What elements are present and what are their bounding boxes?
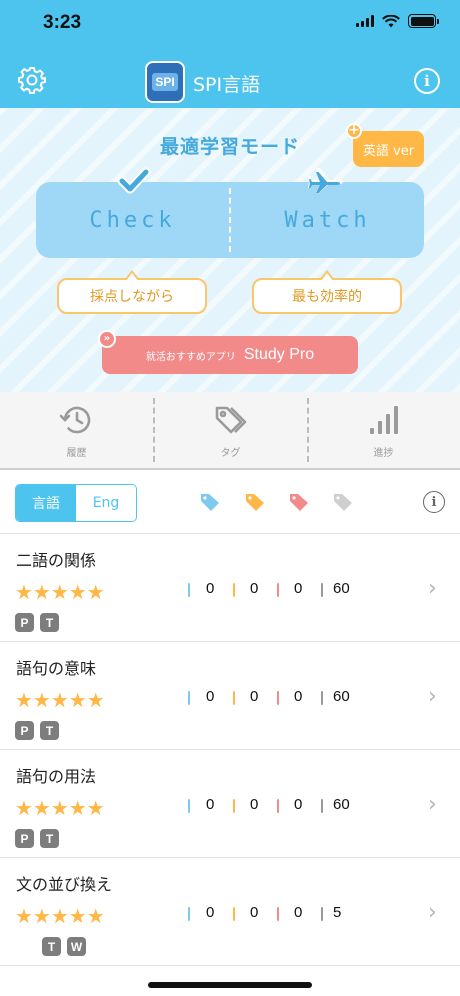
badge-group: PT bbox=[15, 829, 59, 848]
english-version-label: 英語 ver bbox=[362, 143, 415, 159]
count-orange: 0 bbox=[250, 796, 259, 813]
list-item-title: 二語の関係 bbox=[16, 551, 97, 570]
gear-icon[interactable] bbox=[18, 66, 46, 94]
count-blue: 0 bbox=[206, 796, 215, 813]
chevron-right-icon: › bbox=[428, 792, 437, 817]
badge-group: TW bbox=[42, 937, 86, 956]
count-orange: 0 bbox=[250, 688, 259, 705]
study-pro-promo-button[interactable]: » 就活おすすめアプリ Study Pro bbox=[98, 330, 358, 374]
blue-tag-icon[interactable] bbox=[199, 491, 221, 513]
count-total: 60 bbox=[333, 688, 350, 705]
double-chevron-icon: » bbox=[98, 330, 116, 348]
count-total: 60 bbox=[333, 580, 350, 597]
filter-info-icon[interactable]: i bbox=[423, 491, 445, 513]
type-badge: P bbox=[15, 613, 34, 632]
type-badge: T bbox=[40, 721, 59, 740]
page-title: SPI言語 bbox=[193, 74, 261, 96]
tab-progress-label: 進捗 bbox=[373, 447, 394, 459]
count-red: 0 bbox=[294, 580, 303, 597]
rating-stars: ★★★★★ bbox=[15, 580, 105, 604]
chevron-right-icon: › bbox=[428, 576, 437, 601]
app-logo: SPI bbox=[145, 61, 185, 103]
battery-icon bbox=[408, 14, 439, 28]
signal-icon bbox=[356, 15, 374, 27]
count-total: 5 bbox=[333, 904, 342, 921]
gray-tag-icon[interactable] bbox=[332, 491, 354, 513]
home-indicator[interactable] bbox=[148, 982, 312, 988]
count-blue: 0 bbox=[206, 688, 215, 705]
promo-subtitle: 就活おすすめアプリ bbox=[145, 351, 236, 363]
tab-history[interactable]: 履歴 bbox=[0, 392, 153, 468]
list-item-title: 語句の意味 bbox=[16, 659, 97, 678]
badge-group: PT bbox=[15, 721, 59, 740]
list-item[interactable]: 語句の用法 ★★★★★ 0 0 0 60 › P T bbox=[0, 750, 460, 858]
list-item[interactable]: 二語の関係 ★★★★★ 0 0 0 60 › P T bbox=[0, 534, 460, 642]
tab-bar: 履歴 タグ 進捗 bbox=[0, 392, 460, 470]
tab-progress[interactable]: 進捗 bbox=[307, 392, 460, 468]
list-item-title: 文の並び換え bbox=[16, 875, 113, 894]
tags-icon bbox=[215, 406, 246, 433]
type-badge: P bbox=[15, 829, 34, 848]
check-caption: 採点しながら bbox=[57, 270, 207, 314]
count-orange: 0 bbox=[250, 904, 259, 921]
english-version-button[interactable]: + 英語 ver bbox=[346, 123, 424, 167]
tab-history-label: 履歴 bbox=[66, 447, 87, 459]
count-blue: 0 bbox=[206, 904, 215, 921]
count-orange: 0 bbox=[250, 580, 259, 597]
badge-group: PT bbox=[15, 613, 59, 632]
count-red: 0 bbox=[294, 688, 303, 705]
chevron-right-icon: › bbox=[428, 684, 437, 709]
segment-english[interactable]: Eng bbox=[76, 485, 136, 521]
orange-tag-icon[interactable] bbox=[244, 491, 266, 513]
info-icon[interactable]: i bbox=[414, 68, 440, 94]
segment-japanese[interactable]: 言語 bbox=[16, 485, 76, 521]
study-mode-panel: 最適学習モード + 英語 ver Check Watch 採点しながら 最も効率… bbox=[0, 108, 460, 392]
wifi-icon bbox=[382, 14, 400, 27]
check-mode-button[interactable]: Check bbox=[36, 182, 229, 258]
watch-caption: 最も効率的 bbox=[252, 270, 402, 314]
list-item[interactable]: 語句の意味 ★★★★★ 0 0 0 60 › P T bbox=[0, 642, 460, 750]
list-item[interactable]: 文の並び換え ★★★★★ 0 0 0 5 › T W bbox=[0, 858, 460, 966]
count-red: 0 bbox=[294, 796, 303, 813]
count-red: 0 bbox=[294, 904, 303, 921]
mode-selector: Check Watch bbox=[36, 167, 424, 258]
rating-stars: ★★★★★ bbox=[15, 688, 105, 712]
status-icons bbox=[356, 14, 439, 28]
progress-bars-icon bbox=[369, 405, 398, 434]
type-badge: T bbox=[42, 937, 61, 956]
language-segmented-control: 言語 Eng bbox=[15, 484, 137, 522]
filter-bar: 言語 Eng i bbox=[0, 470, 460, 534]
rating-stars: ★★★★★ bbox=[15, 904, 105, 928]
list-item-title: 語句の用法 bbox=[16, 767, 97, 786]
history-icon bbox=[59, 406, 90, 433]
promo-title: Study Pro bbox=[243, 346, 315, 363]
type-badge: W bbox=[67, 937, 86, 956]
red-tag-icon[interactable] bbox=[288, 491, 310, 513]
watch-mode-button[interactable]: Watch bbox=[231, 182, 424, 258]
chevron-right-icon: › bbox=[428, 900, 437, 925]
count-total: 60 bbox=[333, 796, 350, 813]
tab-tags[interactable]: タグ bbox=[154, 392, 307, 468]
rating-stars: ★★★★★ bbox=[15, 796, 105, 820]
type-badge: T bbox=[40, 829, 59, 848]
type-badge: T bbox=[40, 613, 59, 632]
count-blue: 0 bbox=[206, 580, 215, 597]
status-time: 3:23 bbox=[43, 12, 82, 33]
app-header: 3:23 SPI SPI言語 i bbox=[0, 0, 460, 108]
plus-icon: + bbox=[346, 123, 362, 139]
type-badge: P bbox=[15, 721, 34, 740]
tab-tags-label: タグ bbox=[220, 447, 241, 459]
